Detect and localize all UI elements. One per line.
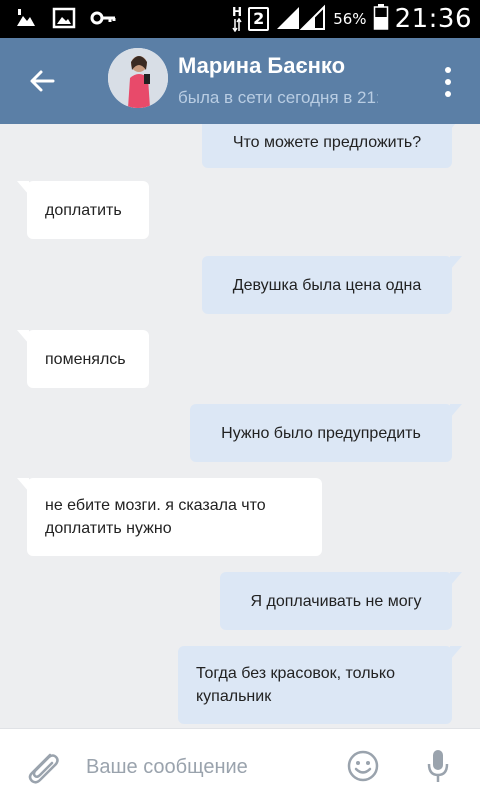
arrow-left-icon — [30, 70, 55, 92]
microphone-icon — [427, 750, 449, 782]
message-text: Нужно было предупредить — [221, 424, 421, 442]
avatar[interactable] — [108, 48, 168, 108]
microphone-button[interactable] — [424, 747, 452, 785]
battery-icon — [373, 3, 389, 35]
message-list[interactable]: Что можете предложить? доплатить Девушка… — [0, 124, 480, 728]
key-icon — [90, 6, 116, 30]
battery-percent: 56% — [333, 10, 367, 28]
chat-header: Марина Баєнко была в сети сегодня в 21:0 — [0, 38, 480, 124]
data-arrows-icon — [232, 18, 242, 32]
message-text: доплатить — [45, 201, 122, 219]
network-type-label: H — [232, 5, 243, 19]
emoji-button[interactable] — [346, 749, 380, 783]
message-text: Девушка была цена одна — [232, 276, 422, 294]
more-vertical-icon — [445, 67, 451, 73]
signal-icon — [275, 3, 327, 35]
message-incoming[interactable]: доплатить — [17, 181, 149, 239]
sim-indicator: 2 — [248, 7, 270, 31]
message-text: Тогда без красовок, только купальник — [196, 665, 395, 705]
contact-last-seen: была в сети сегодня в 21:0 — [178, 88, 378, 107]
message-outgoing[interactable]: Девушка была цена одна — [202, 256, 462, 314]
composer-bar — [0, 728, 480, 800]
message-text: не ебите мозги. я сказала что доплатить … — [45, 497, 266, 537]
message-text: Что можете предложить? — [232, 133, 422, 151]
more-options-button[interactable] — [438, 62, 458, 102]
landscape-icon — [14, 6, 38, 30]
message-incoming[interactable]: не ебите мозги. я сказала что доплатить … — [17, 478, 322, 556]
message-outgoing[interactable]: Что можете предложить? — [202, 124, 462, 168]
attach-button[interactable] — [22, 749, 62, 785]
message-incoming[interactable]: поменялсь — [17, 330, 149, 388]
message-input[interactable] — [86, 751, 336, 783]
message-outgoing[interactable]: Нужно было предупредить — [190, 404, 462, 462]
clock: 21:36 — [394, 4, 472, 34]
emoji-icon — [347, 750, 379, 782]
message-outgoing[interactable]: Тогда без красовок, только купальник — [178, 646, 462, 724]
paperclip-icon — [28, 753, 59, 784]
image-icon — [52, 6, 76, 30]
message-text: поменялсь — [45, 350, 126, 368]
back-button[interactable] — [20, 61, 64, 101]
message-text: Я доплачивать не могу — [250, 592, 422, 610]
message-outgoing[interactable]: Я доплачивать не могу — [220, 572, 462, 630]
contact-name[interactable]: Марина Баєнко — [178, 53, 345, 79]
status-bar: H 2 56% 21:36 — [0, 0, 480, 38]
